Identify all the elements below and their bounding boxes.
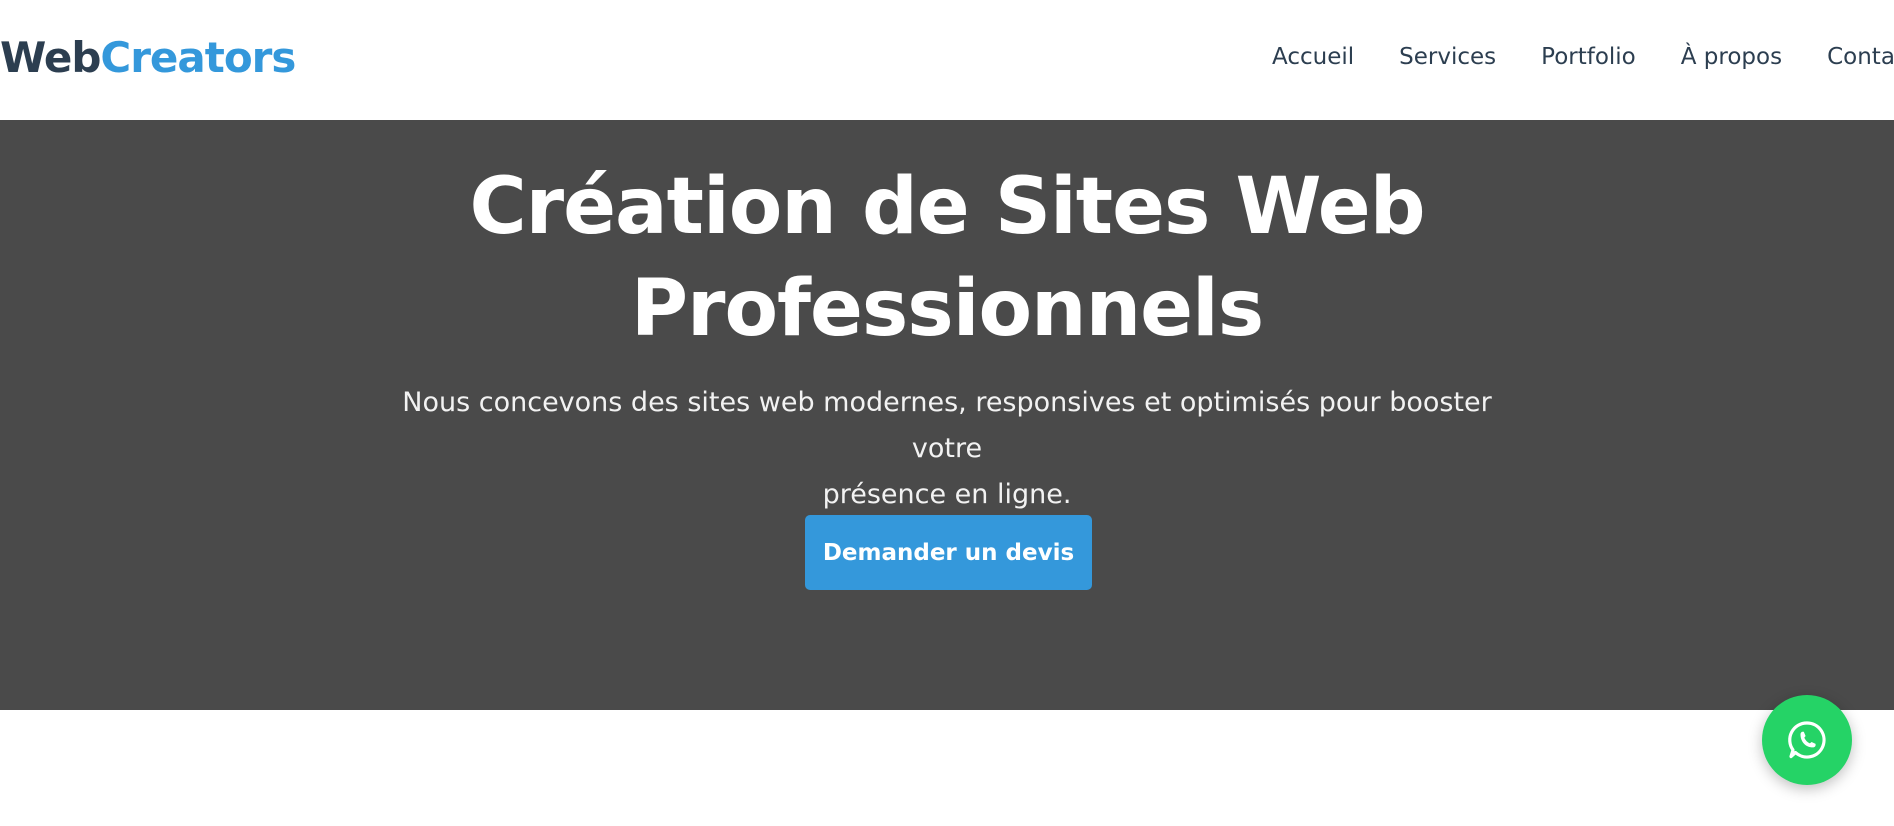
logo-text-web: Web — [0, 33, 101, 82]
hero-title-line-1: Création de Sites Web — [469, 162, 1425, 252]
logo[interactable]: WebCreators — [0, 30, 296, 86]
nav-item-contact[interactable]: Contact — [1827, 40, 1894, 74]
nav-item-accueil[interactable]: Accueil — [1272, 40, 1354, 74]
hero-title: Création de Sites Web Professionnels — [0, 156, 1894, 360]
whatsapp-icon — [1788, 721, 1826, 759]
request-quote-button[interactable]: Demander un devis — [805, 515, 1092, 590]
site-header: WebCreators Accueil Services Portfolio À… — [0, 0, 1894, 120]
whatsapp-button[interactable] — [1762, 695, 1852, 785]
hero-title-line-2: Professionnels — [630, 264, 1264, 354]
main-nav: Accueil Services Portfolio À propos Cont… — [1272, 40, 1894, 74]
hero-subtitle-line-2: présence en ligne. — [822, 479, 1072, 510]
hero-subtitle: Nous concevons des sites web modernes, r… — [372, 380, 1522, 518]
logo-text-creators: Creators — [100, 33, 296, 82]
nav-item-services[interactable]: Services — [1399, 40, 1496, 74]
hero-subtitle-line-1: Nous concevons des sites web modernes, r… — [402, 387, 1492, 464]
nav-item-a-propos[interactable]: À propos — [1681, 40, 1782, 74]
nav-item-portfolio[interactable]: Portfolio — [1541, 40, 1636, 74]
hero-section: Création de Sites Web Professionnels Nou… — [0, 120, 1894, 710]
